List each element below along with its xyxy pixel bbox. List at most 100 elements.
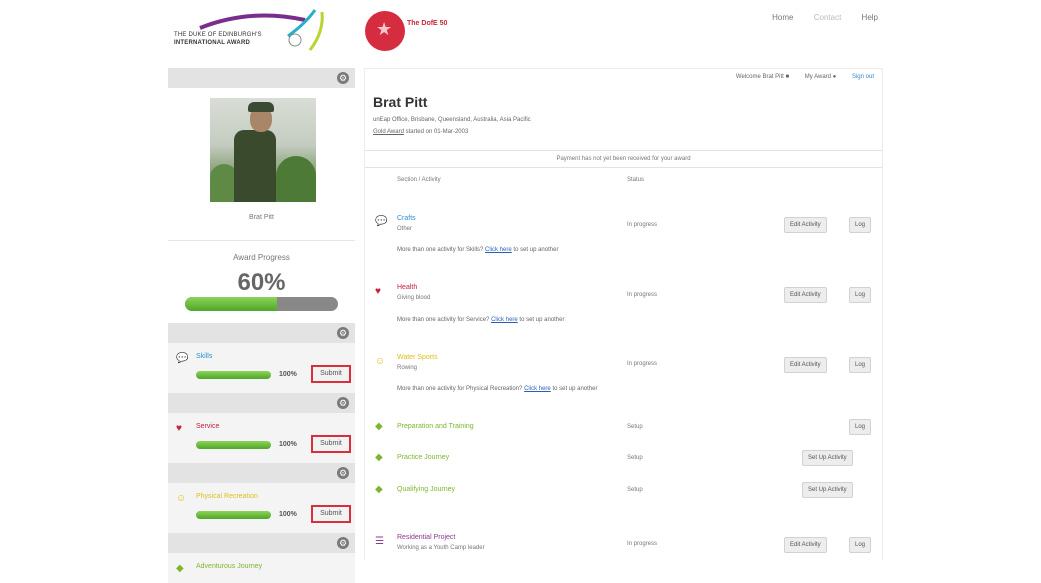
add-another-activity-note: More than one activity for Service? Clic…: [397, 317, 564, 323]
journey-title[interactable]: Qualifying Journey: [397, 486, 455, 493]
gear-icon[interactable]: ⚙: [337, 72, 349, 84]
sign-out-link[interactable]: Sign out: [852, 74, 874, 80]
nav-help-link[interactable]: Help: [862, 13, 878, 22]
edit-activity-button[interactable]: Edit Activity: [784, 217, 827, 233]
hands-icon: ♥: [375, 286, 381, 297]
log-button[interactable]: Log: [849, 419, 872, 435]
nav-contact-link[interactable]: Contact: [814, 13, 842, 22]
nav-home-link[interactable]: Home: [772, 13, 793, 22]
anniversary-logo[interactable]: ★ The DofE 50: [363, 10, 473, 52]
compass-icon: ◆: [375, 452, 383, 463]
log-button[interactable]: Log: [849, 357, 872, 373]
participant-location: unEap Office, Brisbane, Queensland, Aust…: [373, 117, 531, 123]
logo-swoosh-icon: [199, 9, 324, 51]
hands-icon: ♥: [176, 423, 182, 434]
section-title: Adventurous Journey: [196, 563, 263, 570]
activity-status: In progress: [627, 222, 658, 228]
journey-title[interactable]: Preparation and Training: [397, 423, 474, 430]
my-award-link[interactable]: My Award: [805, 74, 831, 80]
section-divider-bar: ⚙: [168, 533, 355, 553]
note-text: More than one activity for Physical Recr…: [397, 386, 523, 392]
top-nav: Home Contact Help: [754, 13, 878, 22]
award-progress: Award Progress 60%: [168, 240, 355, 323]
residential-title[interactable]: Residential Project: [397, 534, 455, 541]
submit-button[interactable]: Submit: [311, 505, 351, 523]
note-text: More than one activity for Service?: [397, 317, 490, 323]
submit-button[interactable]: Submit: [311, 435, 351, 453]
award-ribbon-icon: ●: [832, 74, 837, 80]
sidebar-section-service: ♥ Service 100% Submit: [168, 413, 355, 463]
activity-subtitle: Rowing: [397, 365, 418, 371]
section-title: Service: [196, 423, 220, 430]
edit-activity-button[interactable]: Edit Activity: [784, 537, 827, 553]
section-title: Physical Recreation: [196, 493, 258, 500]
note-text: to set up another: [513, 247, 559, 253]
log-button[interactable]: Log: [849, 287, 872, 303]
sidebar-section-skills: 💬 Skills 100% Submit: [168, 343, 355, 393]
column-header-status: Status: [627, 177, 645, 183]
edit-activity-button[interactable]: Edit Activity: [784, 287, 827, 303]
click-here-link[interactable]: Click here: [485, 247, 512, 253]
activity-subtitle: Other: [397, 226, 413, 232]
set-up-activity-button[interactable]: Set Up Activity: [802, 450, 853, 466]
section-progress-fill: [196, 511, 271, 519]
payment-notice: Payment has not yet been received for yo…: [365, 150, 882, 168]
set-up-activity-button[interactable]: Set Up Activity: [802, 482, 853, 498]
log-button[interactable]: Log: [849, 217, 872, 233]
dofe-logo-line2: INTERNATIONAL AWARD: [174, 40, 251, 46]
award-progress-value: 60%: [237, 269, 286, 296]
section-divider-bar: ⚙: [168, 463, 355, 483]
note-text: to set up another: [552, 386, 598, 392]
residential-subtitle: Working as a Youth Camp leader: [397, 545, 485, 551]
activity-title[interactable]: Health: [397, 284, 417, 291]
speech-bubble-icon: 💬: [375, 216, 388, 227]
section-progress-fill: [196, 441, 271, 449]
wifi-icon: ☰: [375, 536, 384, 547]
section-progress-value: 100%: [279, 511, 297, 518]
click-here-link[interactable]: Click here: [491, 317, 518, 323]
journey-title[interactable]: Practice Journey: [397, 454, 449, 461]
award-progress-bar-fill: [185, 297, 277, 311]
runner-icon: ☺: [176, 493, 187, 504]
user-bar: Welcome Brat Pitt ■ My Award ● Sign out: [722, 74, 874, 80]
compass-icon: ◆: [176, 563, 184, 574]
activity-status: In progress: [627, 292, 658, 298]
gear-icon[interactable]: ⚙: [337, 327, 349, 339]
participant-name: Brat Pitt: [373, 94, 428, 110]
dofe-logo[interactable]: THE DUKE OF EDINBURGH'S INTERNATIONAL AW…: [170, 6, 335, 56]
anniversary-badge-icon: ★: [365, 11, 405, 51]
click-here-link[interactable]: Click here: [524, 386, 551, 392]
activity-subtitle: Giving blood: [397, 295, 431, 301]
award-progress-bar: [185, 297, 338, 311]
gear-icon[interactable]: ⚙: [337, 397, 349, 409]
section-divider-bar: ⚙: [168, 323, 355, 343]
dofe-logo-line1: THE DUKE OF EDINBURGH'S: [174, 32, 262, 38]
log-button[interactable]: Log: [849, 537, 872, 553]
activity-status: In progress: [627, 361, 658, 367]
section-progress-value: 100%: [279, 371, 297, 378]
compass-icon: ◆: [375, 421, 383, 432]
activity-title[interactable]: Crafts: [397, 215, 416, 222]
main-panel: Welcome Brat Pitt ■ My Award ● Sign out …: [364, 68, 883, 560]
edit-activity-button[interactable]: Edit Activity: [784, 357, 827, 373]
note-text: to set up another: [519, 317, 565, 323]
sidebar-section-adventurous-journey: ◆ Adventurous Journey: [168, 553, 355, 583]
gear-icon[interactable]: ⚙: [337, 537, 349, 549]
speech-bubble-icon: 💬: [176, 353, 189, 364]
profile-card: Brat Pitt: [168, 88, 355, 240]
award-level-link[interactable]: Gold Award: [373, 129, 404, 135]
section-divider-bar: ⚙: [168, 393, 355, 413]
note-text: More than one activity for Skills?: [397, 247, 484, 253]
compass-icon: ◆: [375, 484, 383, 495]
add-another-activity-note: More than one activity for Physical Recr…: [397, 386, 597, 392]
section-progress-fill: [196, 371, 271, 379]
anniversary-logo-text: The DofE 50: [407, 20, 448, 27]
section-progress-value: 100%: [279, 441, 297, 448]
section-progress-bar: [196, 441, 271, 449]
gear-icon[interactable]: ⚙: [337, 467, 349, 479]
activity-title[interactable]: Water Sports: [397, 354, 438, 361]
submit-button[interactable]: Submit: [311, 365, 351, 383]
journey-status: Setup: [627, 487, 643, 493]
profile-photo: [210, 98, 316, 202]
column-header-section: Section / Activity: [397, 177, 441, 183]
